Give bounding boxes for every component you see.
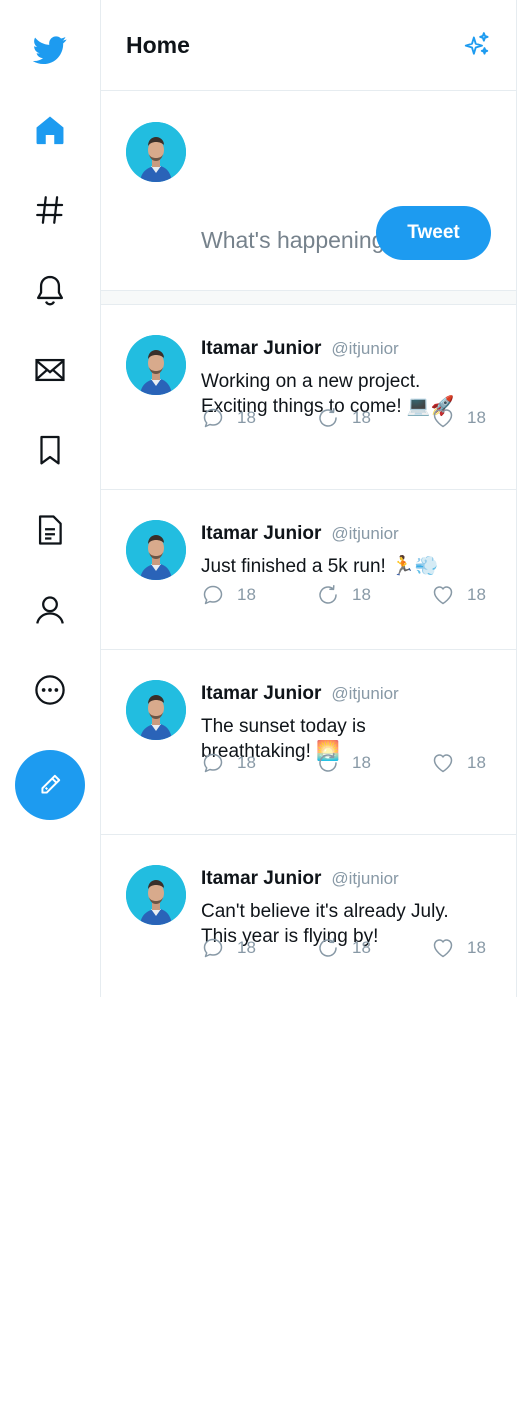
tweet-actions: 18 18 18: [201, 936, 491, 960]
tweet-button[interactable]: Tweet: [376, 206, 491, 260]
reply-button[interactable]: 18: [201, 583, 316, 607]
bookmark-icon[interactable]: [30, 430, 70, 470]
retweet-count: 18: [352, 938, 371, 957]
tweet-actions: 18 18 18: [201, 751, 491, 775]
reply-icon: [203, 585, 223, 605]
retweet-count: 18: [352, 408, 371, 427]
composer-input[interactable]: What's happening?: [201, 227, 397, 254]
tweet-text-line: Can't believe it's already July.: [201, 901, 449, 922]
like-count: 18: [467, 585, 486, 604]
tweet[interactable]: Itamar Junior @itjunior Working on a new…: [101, 305, 516, 490]
reply-icon: [203, 408, 223, 428]
heart-icon: [433, 409, 453, 428]
tweet-header: Itamar Junior @itjunior: [201, 683, 399, 705]
tweet-header: Itamar Junior @itjunior: [201, 868, 399, 890]
author-name[interactable]: Itamar Junior: [201, 683, 321, 705]
tweet[interactable]: Itamar Junior @itjunior Just finished a …: [101, 490, 516, 650]
like-count: 18: [467, 753, 486, 772]
heart-icon: [433, 586, 453, 605]
avatar[interactable]: [126, 122, 186, 182]
twitter-logo-icon[interactable]: [30, 30, 70, 70]
retweet-button[interactable]: 18: [316, 751, 431, 775]
bell-icon[interactable]: [30, 270, 70, 310]
tweet-header: Itamar Junior @itjunior: [201, 338, 399, 360]
tweet[interactable]: Itamar Junior @itjunior The sunset today…: [101, 650, 516, 835]
reply-count: 18: [237, 938, 256, 957]
retweet-button[interactable]: 18: [316, 583, 431, 607]
reply-button[interactable]: 18: [201, 751, 316, 775]
retweet-icon: [319, 408, 337, 427]
retweet-count: 18: [352, 585, 371, 604]
tweet-text-line: The sunset today is: [201, 716, 366, 737]
retweet-button[interactable]: 18: [316, 936, 431, 960]
like-count: 18: [467, 938, 486, 957]
tweet-actions: 18 18 18: [201, 583, 491, 607]
divider: [101, 291, 516, 305]
author-handle[interactable]: @itjunior: [331, 339, 398, 359]
home-icon[interactable]: [30, 110, 70, 150]
timeline-header: Home: [101, 0, 516, 91]
more-icon[interactable]: [30, 670, 70, 710]
reply-count: 18: [237, 585, 256, 604]
like-count: 18: [467, 408, 486, 427]
like-button[interactable]: 18: [431, 583, 491, 607]
sidebar: [0, 0, 101, 997]
avatar[interactable]: [126, 680, 186, 740]
sparkle-icon[interactable]: [462, 30, 492, 60]
heart-icon: [433, 939, 453, 958]
main-timeline: Home What's happening? Tweet Itamar Juni…: [101, 0, 517, 997]
reply-icon: [203, 753, 223, 773]
reply-icon: [203, 938, 223, 958]
retweet-icon: [319, 585, 337, 604]
compose-tweet-button[interactable]: [15, 750, 85, 820]
author-name[interactable]: Itamar Junior: [201, 523, 321, 545]
like-button[interactable]: 18: [431, 751, 491, 775]
lists-icon[interactable]: [30, 510, 70, 550]
heart-icon: [433, 754, 453, 773]
tweet[interactable]: Itamar Junior @itjunior Can't believe it…: [101, 835, 516, 997]
feather-icon: [41, 774, 61, 794]
retweet-icon: [319, 753, 337, 772]
tweet-text-line: Working on a new project.: [201, 371, 421, 392]
retweet-count: 18: [352, 753, 371, 772]
retweet-button[interactable]: 18: [316, 406, 431, 430]
author-handle[interactable]: @itjunior: [331, 684, 398, 704]
tweet-composer: What's happening? Tweet: [101, 91, 516, 291]
author-handle[interactable]: @itjunior: [331, 524, 398, 544]
author-handle[interactable]: @itjunior: [331, 869, 398, 889]
avatar[interactable]: [126, 865, 186, 925]
reply-count: 18: [237, 753, 256, 772]
app: Home What's happening? Tweet Itamar Juni…: [0, 0, 518, 1416]
reply-count: 18: [237, 408, 256, 427]
page-title: Home: [126, 32, 190, 58]
like-button[interactable]: 18: [431, 936, 491, 960]
retweet-icon: [319, 938, 337, 957]
tweet-header: Itamar Junior @itjunior: [201, 523, 399, 545]
author-name[interactable]: Itamar Junior: [201, 868, 321, 890]
reply-button[interactable]: 18: [201, 406, 316, 430]
tweet-list: Itamar Junior @itjunior Working on a new…: [101, 305, 516, 997]
profile-icon[interactable]: [30, 590, 70, 630]
tweet-text: Just finished a 5k run! 🏃💨: [201, 554, 501, 579]
explore-hashtag-icon[interactable]: [30, 190, 70, 230]
avatar[interactable]: [126, 335, 186, 395]
reply-button[interactable]: 18: [201, 936, 316, 960]
avatar[interactable]: [126, 520, 186, 580]
author-name[interactable]: Itamar Junior: [201, 338, 321, 360]
mail-icon[interactable]: [30, 350, 70, 390]
tweet-text-line: Just finished a 5k run! 🏃💨: [201, 556, 439, 577]
tweet-actions: 18 18 18: [201, 406, 491, 430]
like-button[interactable]: 18: [431, 406, 491, 430]
